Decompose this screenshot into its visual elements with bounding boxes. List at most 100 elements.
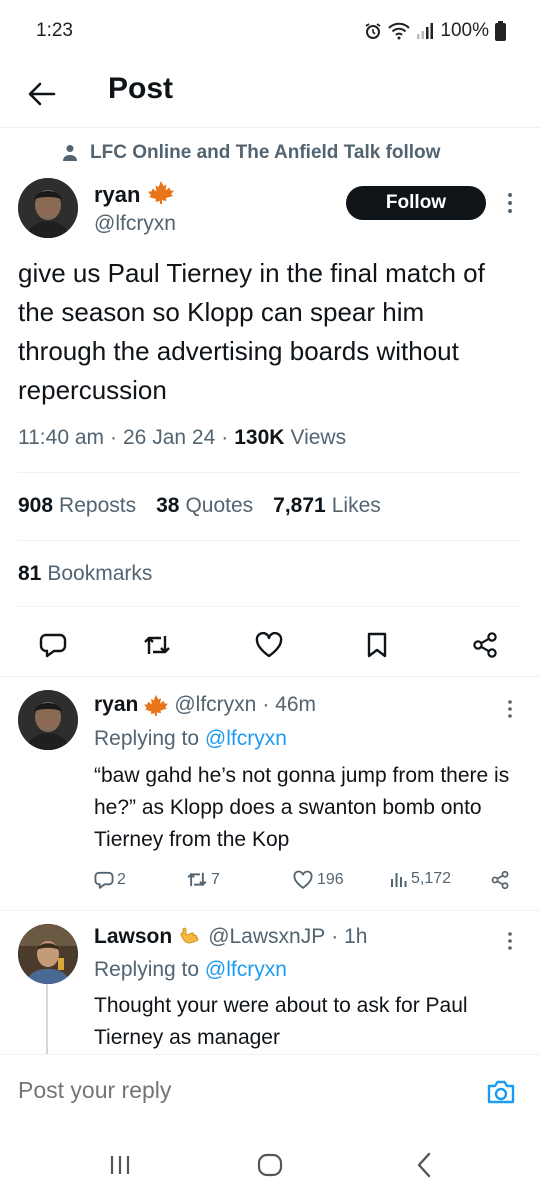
reply-reposts-count: 7	[211, 870, 220, 888]
views-chart-icon	[391, 873, 407, 887]
share-icon	[473, 632, 497, 658]
divider	[0, 910, 540, 911]
author-handle[interactable]: @lfcryxn	[94, 212, 176, 236]
reply-reply-button[interactable]: 2	[94, 870, 126, 890]
like-button[interactable]	[252, 628, 286, 662]
chevron-left-icon	[417, 1152, 431, 1178]
alarm-icon	[364, 22, 382, 40]
back-arrow-icon	[28, 82, 56, 106]
replying-to-handle[interactable]: @lfcryxn	[205, 727, 287, 750]
reply-text: “baw gahd he’s not gonna jump from there…	[94, 764, 510, 851]
divider	[0, 676, 540, 677]
call-me-hand-icon	[180, 927, 199, 944]
likes-label: Likes	[331, 494, 381, 517]
replying-to-handle[interactable]: @lfcryxn	[205, 958, 287, 981]
system-nav-bar	[0, 1128, 540, 1200]
likes-count: 7,871	[273, 494, 326, 517]
reply-more-button[interactable]	[500, 926, 520, 956]
author-name: ryan	[94, 182, 141, 207]
bookmarks-count: 81	[18, 562, 42, 585]
reply-views-count: 5,172	[411, 870, 452, 887]
replying-to: Replying to @lfcryxn	[94, 727, 287, 751]
more-vertical-icon	[508, 700, 512, 718]
reply-header: Lawson @LawsxnJP · 1h	[94, 925, 367, 949]
repost-icon	[144, 636, 170, 654]
reply-like-button[interactable]: 196	[292, 870, 344, 890]
reply-text: Thought your were about to ask for Paul …	[94, 994, 468, 1049]
back-nav-button[interactable]	[404, 1150, 444, 1180]
bookmark-button[interactable]	[360, 628, 394, 662]
reply-button[interactable]	[36, 628, 70, 662]
signal-icon	[416, 22, 434, 40]
stats-row: 908 Reposts 38 Quotes 7,871 Likes	[18, 494, 381, 518]
status-time: 1:23	[36, 20, 73, 41]
social-context[interactable]: LFC Online and The Anfield Talk follow	[62, 142, 440, 164]
back-button[interactable]	[22, 74, 62, 114]
reposts-label: Reposts	[59, 494, 137, 517]
more-vertical-icon	[508, 932, 512, 950]
reply-repost-button[interactable]: 7	[186, 870, 220, 889]
home-button[interactable]	[250, 1150, 290, 1180]
social-context-text: LFC Online and The Anfield Talk follow	[90, 142, 441, 163]
views-count: 130K	[234, 426, 285, 449]
follow-button[interactable]: Follow	[346, 186, 486, 220]
reply-more-button[interactable]	[500, 694, 520, 724]
recent-apps-button[interactable]	[100, 1150, 140, 1180]
status-icons: 100%	[364, 20, 506, 42]
bookmarks-stat[interactable]: 81 Bookmarks	[18, 562, 152, 586]
action-bar	[0, 624, 540, 664]
replying-to-prefix: Replying to	[94, 958, 200, 981]
share-button[interactable]	[468, 628, 502, 662]
post-date[interactable]: 26 Jan 24	[123, 426, 215, 450]
reply-time: · 1h	[331, 925, 368, 948]
meta-separator: ·	[221, 426, 229, 449]
reply-icon	[94, 871, 114, 889]
reply-likes-count: 196	[317, 871, 344, 888]
reply-input[interactable]	[18, 1077, 418, 1104]
battery-percent: 100%	[440, 20, 489, 41]
reposts-stat[interactable]: 908 Reposts	[18, 494, 136, 518]
person-icon	[63, 145, 77, 161]
views-label: Views	[290, 426, 347, 449]
post-time[interactable]: 11:40 am	[18, 426, 104, 450]
quotes-stat[interactable]: 38 Quotes	[156, 494, 253, 518]
reply-avatar[interactable]	[18, 690, 78, 750]
like-icon	[293, 870, 313, 889]
divider	[18, 540, 522, 541]
bookmark-icon	[367, 632, 387, 658]
author-avatar[interactable]	[18, 178, 78, 238]
like-icon	[255, 631, 283, 658]
author-name-row[interactable]: ryan	[94, 180, 175, 210]
share-icon	[491, 870, 509, 890]
reply-views-button[interactable]: 5,172	[390, 870, 451, 888]
wifi-icon	[388, 22, 411, 40]
bookmarks-label: Bookmarks	[47, 562, 153, 585]
home-icon	[257, 1153, 283, 1177]
meta-separator: ·	[110, 426, 117, 449]
divider	[18, 472, 522, 473]
reply-author-handle[interactable]: @LawsxnJP	[208, 925, 325, 949]
page-title: Post	[108, 72, 174, 105]
reply-replies-count: 2	[117, 871, 126, 888]
reposts-count: 908	[18, 494, 54, 517]
reply-avatar[interactable]	[18, 924, 78, 984]
replying-to-prefix: Replying to	[94, 727, 200, 750]
camera-button[interactable]	[484, 1075, 518, 1109]
post-text: give us Paul Tierney in the final match …	[18, 258, 485, 405]
more-vertical-icon	[508, 193, 512, 213]
reply-author-name[interactable]: Lawson	[94, 925, 172, 949]
reply-icon	[39, 633, 67, 658]
divider	[18, 606, 522, 607]
post-meta: 11:40 am · 26 Jan 24 · 130K Views	[18, 426, 346, 450]
camera-icon	[487, 1080, 515, 1104]
more-options-button[interactable]	[500, 188, 520, 218]
repost-icon	[187, 872, 207, 887]
likes-stat[interactable]: 7,871 Likes	[273, 494, 381, 518]
recent-apps-icon	[110, 1156, 130, 1174]
reply-share-button[interactable]	[490, 870, 510, 890]
reply-author-handle[interactable]: @lfcryxn	[174, 693, 256, 717]
maple-leaf-icon	[148, 180, 175, 210]
reply-actions: 2 7 196 5,172	[94, 870, 524, 898]
reply-author-name[interactable]: ryan	[94, 693, 138, 717]
repost-button[interactable]	[140, 628, 174, 662]
